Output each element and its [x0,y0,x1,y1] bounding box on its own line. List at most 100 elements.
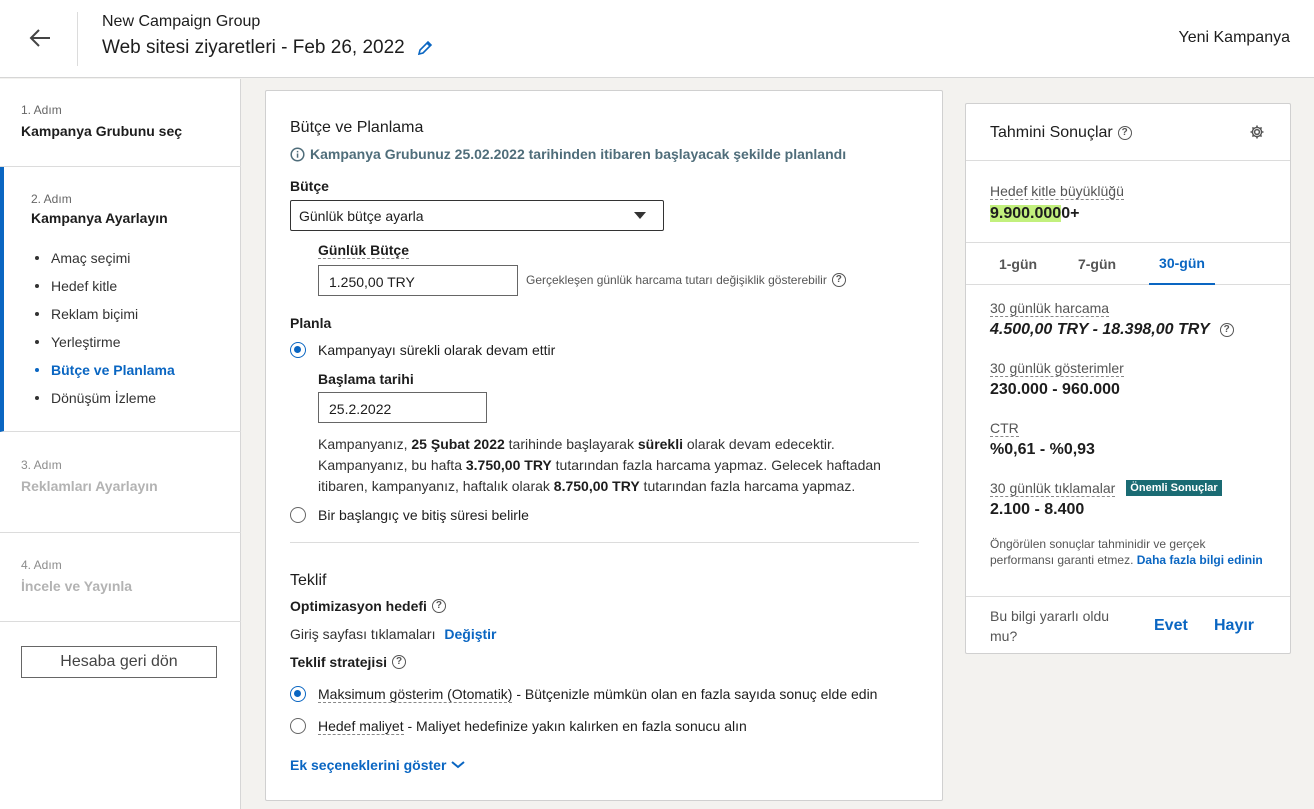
radio-max-delivery-label: Maksimum gösterim (Otomatik) - Bütçenizl… [318,686,878,703]
audience-size-section: Hedef kitle büyüklüğü 9.900.0000+ [966,161,1290,243]
step-number: 2. Adım [31,192,72,206]
chevron-down-icon [451,761,466,769]
budget-type-select[interactable]: Günlük bütçe ayarla [290,200,664,231]
metric-value: 230.000 - 960.000 [990,381,1120,398]
radio-continuous[interactable]: Kampanyayı sürekli olarak devam ettir [290,342,555,358]
help-icon[interactable]: ? [1219,323,1234,337]
substep-objective[interactable]: Amaç seçimi [31,244,241,272]
top-header: New Campaign Group Web sitesi ziyaretler… [0,0,1314,78]
start-date-label: Başlama tarihi [318,371,414,387]
radio-unselected[interactable] [290,507,306,523]
metric-label: 30 günlük harcama [990,300,1110,317]
back-to-account-button[interactable]: Hesaba geri dön [21,646,217,678]
metric-label: 30 günlük gösterimler [990,360,1124,377]
optimization-goal-value: Giriş sayfası tıklamaları [290,626,436,642]
radio-selected[interactable] [290,686,306,702]
tab-7-day[interactable]: 7-gün [1066,243,1128,285]
feedback-yes-button[interactable]: Evet [1154,617,1188,635]
help-icon[interactable]: ? [392,655,407,669]
step-1[interactable]: 1. Adım Kampanya Grubunu seç [0,79,241,167]
radio-selected[interactable] [290,342,306,358]
info-icon [290,146,305,162]
step-2[interactable]: 2. Adım Kampanya Ayarlayın Amaç seçimi H… [0,167,241,432]
substep-budget-schedule[interactable]: Bütçe ve Planlama [31,356,241,384]
help-icon[interactable]: ? [831,273,846,287]
metric-value: %0,61 - %0,93 [990,441,1095,458]
feedback-section: Bu bilgi yararlı oldu mu? Evet Hayır [966,596,1290,653]
back-arrow-icon[interactable] [26,24,54,52]
budget-type-value: Günlük bütçe ayarla [299,208,424,224]
step-title: Reklamları Ayarlayın [21,478,158,494]
substep-ad-format[interactable]: Reklam biçimi [31,300,241,328]
substep-placement[interactable]: Yerleştirme [31,328,241,356]
tab-30-day[interactable]: 30-gün [1149,243,1215,285]
daily-budget-hint-text: Gerçekleşen günlük harcama tutarı değişi… [526,273,827,287]
schedule-info: Kampanya Grubunuz 25.02.2022 tarihinden … [290,146,846,162]
caret-down-icon [634,212,646,219]
substep-conversion-tracking[interactable]: Dönüşüm İzleme [31,384,241,412]
step-title: Kampanya Grubunu seç [21,123,183,139]
estimates-title: Tahmini Sonuçlar? [990,124,1132,142]
radio-unselected[interactable] [290,718,306,734]
learn-more-link[interactable]: Daha fazla bilgi edinin [1137,553,1263,567]
campaign-group-name: New Campaign Group [102,13,261,30]
audience-size-label: Hedef kitle büyüklüğü [990,183,1124,200]
optimization-goal-label: Optimizasyon hedefi? [290,598,446,614]
new-campaign-label: Yeni Kampanya [1178,29,1291,46]
radio-date-range[interactable]: Bir başlangıç ve bitiş süresi belirle [290,507,529,523]
metric-clicks: 30 günlük tıklamalar Önemli Sonuçlar 2.10… [990,480,1222,519]
step-number: 3. Adım [21,458,62,472]
radio-target-cost-label: Hedef maliyet - Maliyet hedefinize yakın… [318,718,747,735]
pencil-edit-icon[interactable] [417,40,433,56]
estimates-header: Tahmini Sonuçlar? [966,104,1290,161]
metric-impressions: 30 günlük gösterimler 230.000 - 960.000 [990,360,1124,399]
period-tabs: 1-gün 7-gün 30-gün [966,243,1290,285]
schedule-label: Planla [290,315,332,331]
metric-ctr: CTR %0,61 - %0,93 [990,420,1095,459]
tab-1-day[interactable]: 1-gün [988,243,1048,285]
schedule-description: Kampanyanız, 25 Şubat 2022 tarihinde baş… [318,436,881,494]
step-number: 4. Adım [21,558,62,572]
daily-budget-label: Günlük Bütçe [318,242,410,259]
key-results-badge: Önemli Sonuçlar [1126,480,1222,496]
bid-section-title: Teklif [290,572,327,589]
metric-spend: 30 günlük harcama 4.500,00 TRY - 18.398,… [990,300,1234,339]
bid-strategy-label: Teklif stratejisi? [290,654,407,670]
show-more-options-link[interactable]: Ek seçeneklerini göster [290,757,466,773]
audience-size-value: 9.900.0000+ [990,205,1080,222]
feedback-question: Bu bilgi yararlı oldu mu? [990,608,1110,644]
daily-budget-input[interactable]: 1.250,00 TRY [318,265,518,296]
gear-icon[interactable] [1249,124,1265,140]
help-icon[interactable]: ? [1117,126,1132,140]
budget-schedule-card: Bütçe ve Planlama Kampanya Grubunuz 25.0… [265,90,943,801]
feedback-no-button[interactable]: Hayır [1214,617,1254,635]
header-divider [77,12,78,66]
daily-budget-hint: Gerçekleşen günlük harcama tutarı değişi… [526,273,846,287]
metric-label: CTR [990,420,1019,437]
step-title: İncele ve Yayınla [21,578,133,594]
estimated-results-card: Tahmini Sonuçlar? Hedef kitle büyüklüğü … [965,103,1291,654]
substep-audience[interactable]: Hedef kitle [31,272,241,300]
campaign-title-text: Web sitesi ziyaretleri - Feb 26, 2022 [102,37,405,58]
step-title: Kampanya Ayarlayın [31,210,168,226]
step-4: 4. Adım İncele ve Yayınla [0,533,241,622]
steps-sidebar: 1. Adım Kampanya Grubunu seç 2. Adım Kam… [0,79,241,809]
budget-label: Bütçe [290,178,329,194]
radio-date-range-label: Bir başlangıç ve bitiş süresi belirle [318,507,529,523]
campaign-title: Web sitesi ziyaretleri - Feb 26, 2022 [102,37,433,59]
substep-list: Amaç seçimi Hedef kitle Reklam biçimi Ye… [31,244,241,412]
optimization-goal-row: Giriş sayfası tıklamaları Değiştir [290,626,497,642]
step-number: 1. Adım [21,103,62,117]
estimates-disclaimer: Öngörülen sonuçlar tahminidir ve gerçek … [990,537,1263,567]
radio-max-delivery[interactable]: Maksimum gösterim (Otomatik) - Bütçenizl… [290,686,878,703]
schedule-info-text: Kampanya Grubunuz 25.02.2022 tarihinden … [310,146,847,162]
metric-value: 4.500,00 TRY - 18.398,00 TRY? [990,321,1234,339]
metric-label: 30 günlük tıklamalar [990,480,1116,497]
metric-value: 2.100 - 8.400 [990,501,1085,518]
radio-continuous-label: Kampanyayı sürekli olarak devam ettir [318,342,556,358]
radio-target-cost[interactable]: Hedef maliyet - Maliyet hedefinize yakın… [290,718,747,735]
start-date-input[interactable]: 25.2.2022 [318,392,487,423]
help-icon[interactable]: ? [431,599,446,613]
change-link[interactable]: Değiştir [444,626,496,642]
budget-section-title: Bütçe ve Planlama [290,119,424,136]
